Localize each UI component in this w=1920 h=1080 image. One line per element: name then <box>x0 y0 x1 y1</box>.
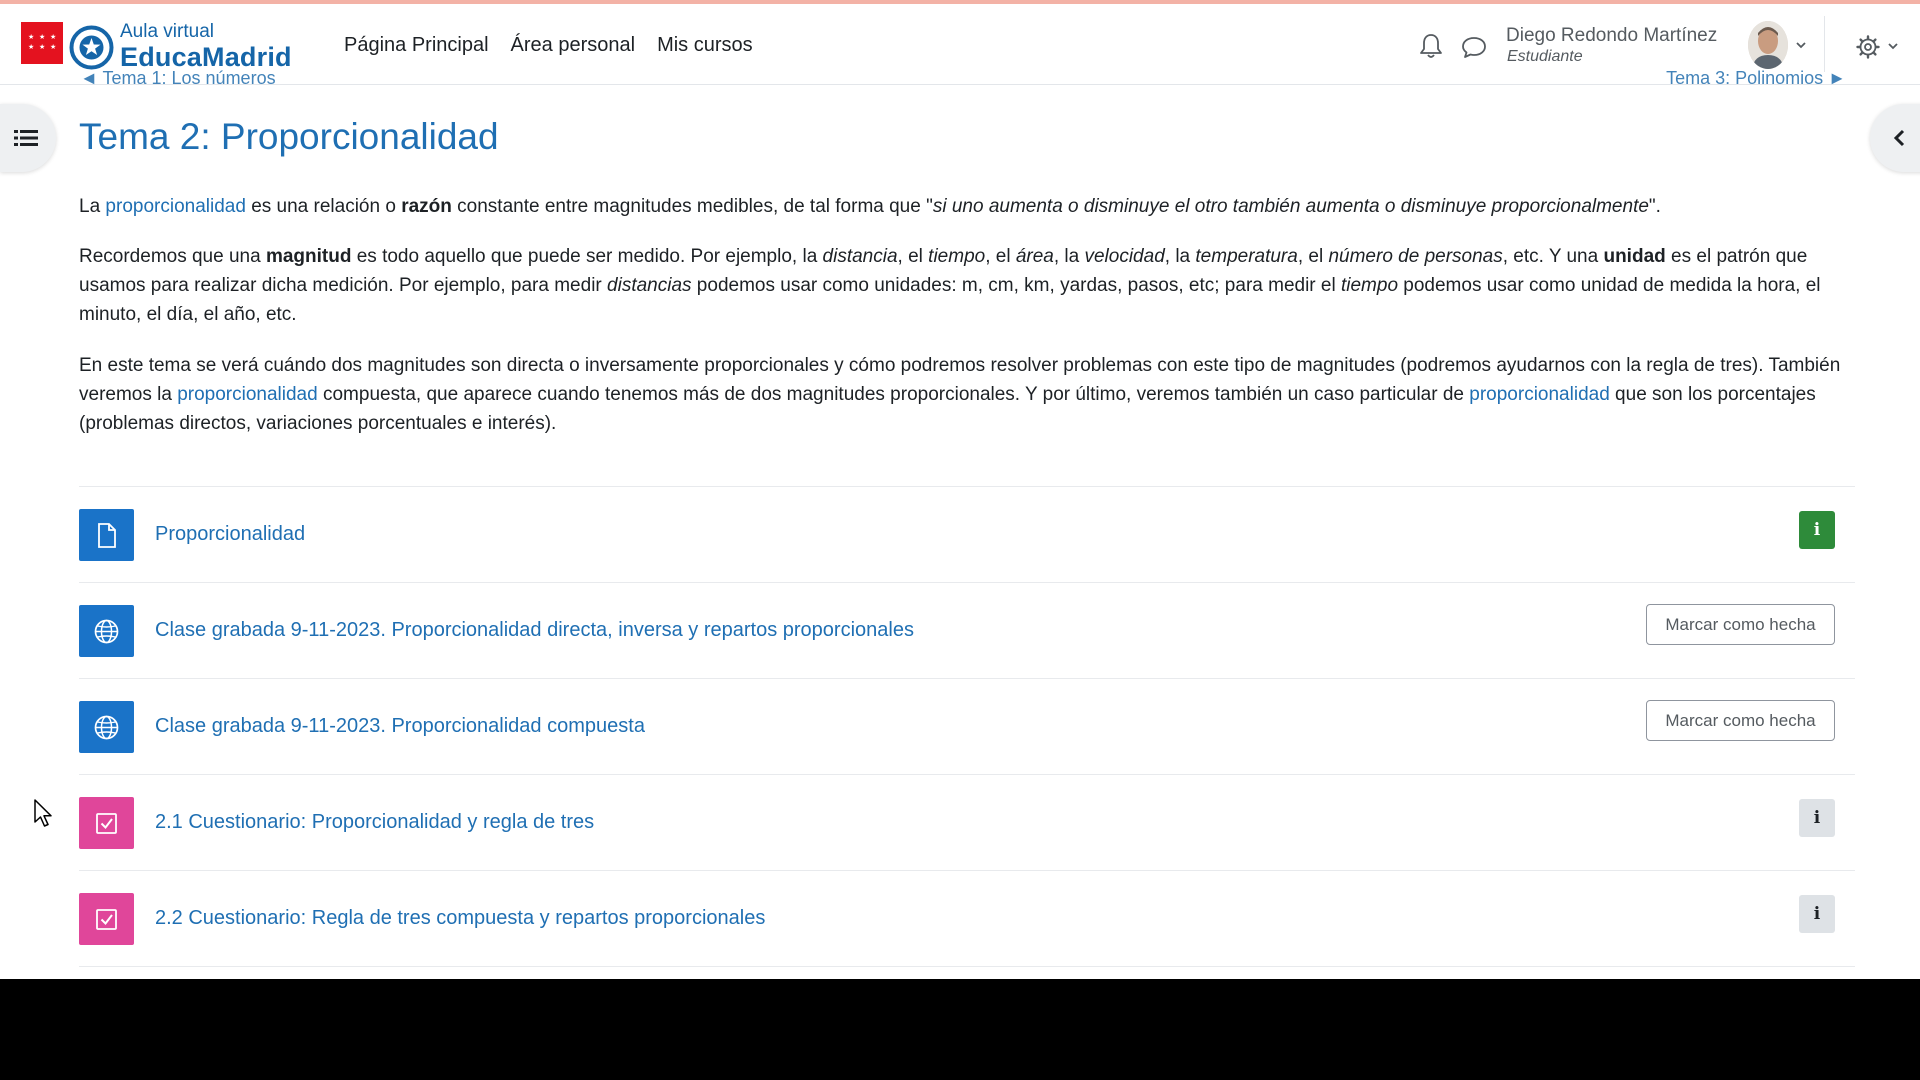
text: , la <box>1053 246 1085 267</box>
chat-icon[interactable] <box>1460 34 1488 60</box>
italic-text: temperatura <box>1195 246 1298 267</box>
info-button[interactable]: i <box>1799 799 1835 837</box>
text: constante entre magnitudes medibles, de … <box>451 196 933 217</box>
globe-icon[interactable] <box>79 605 134 657</box>
activity-list: Proporcionalidad i Clase grabada 9-11-20… <box>79 486 1855 967</box>
mark-as-done-button[interactable]: Marcar como hecha <box>1646 700 1835 741</box>
activity-item: 2.1 Cuestionario: Proporcionalidad y reg… <box>79 775 1855 871</box>
activity-item: Clase grabada 9-11-2023. Proporcionalida… <box>79 679 1855 775</box>
glossary-link-proporcionalidad[interactable]: proporcionalidad <box>105 196 246 217</box>
activity-item: Proporcionalidad i <box>79 487 1855 583</box>
summary-paragraph-2: Recordemos que una magnitud es todo aque… <box>79 242 1845 329</box>
text: , la <box>1164 246 1196 267</box>
mouse-cursor-icon <box>34 799 52 827</box>
italic-text: si uno aumenta o disminuye el otro tambi… <box>932 196 1649 217</box>
chevron-left-icon <box>1893 129 1905 147</box>
text: , el <box>985 246 1016 267</box>
info-button[interactable]: i <box>1799 511 1835 549</box>
glossary-link-proporcionalidad[interactable]: proporcionalidad <box>177 384 318 405</box>
text: , etc. Y una <box>1502 246 1604 267</box>
logo-subtitle: Aula virtual <box>120 21 214 42</box>
page-icon[interactable] <box>79 509 134 561</box>
nav-area-personal[interactable]: Área personal <box>511 34 636 57</box>
list-icon <box>14 130 38 146</box>
avatar[interactable] <box>1748 21 1788 69</box>
quiz-icon[interactable] <box>79 797 134 849</box>
text: podemos usar como unidades: m, cm, km, y… <box>691 275 1341 296</box>
activity-link[interactable]: Clase grabada 9-11-2023. Proporcionalida… <box>155 715 645 738</box>
activity-item: Clase grabada 9-11-2023. Proporcionalida… <box>79 583 1855 679</box>
italic-text: área <box>1015 246 1054 267</box>
course-index-toggle[interactable] <box>0 104 56 172</box>
text: , el <box>897 246 929 267</box>
globe-icon[interactable] <box>79 701 134 753</box>
info-button[interactable]: i <box>1799 895 1835 933</box>
italic-text: número de personas <box>1328 246 1503 267</box>
activity-link[interactable]: 2.1 Cuestionario: Proporcionalidad y reg… <box>155 811 594 834</box>
primary-nav: Página Principal Área personal Mis curso… <box>344 34 753 57</box>
bold-text: magnitud <box>265 246 352 267</box>
settings-chevron-down-icon[interactable] <box>1886 39 1900 53</box>
text: , el <box>1297 246 1329 267</box>
nav-mis-cursos[interactable]: Mis cursos <box>657 34 753 57</box>
educamadrid-logo-icon[interactable] <box>69 25 114 70</box>
header-divider <box>1824 16 1825 72</box>
italic-text: tiempo <box>1340 275 1399 296</box>
text: compuesta, que aparece cuando tenemos má… <box>317 384 1470 405</box>
activity-link[interactable]: Proporcionalidad <box>155 523 305 546</box>
bold-text: razón <box>401 196 452 217</box>
text: La <box>79 196 106 217</box>
user-menu-chevron-down-icon[interactable] <box>1794 38 1808 52</box>
madrid-flag-logo[interactable]: ★ ★ ★ ★ ★ ★ <box>21 22 63 64</box>
summary-paragraph-3: En este tema se verá cuándo dos magnitud… <box>79 351 1845 438</box>
top-navbar: ★ ★ ★ ★ ★ ★ Aula virtual EducaMadrid Página … <box>0 4 1920 85</box>
bold-text: unidad <box>1603 246 1666 267</box>
italic-text: velocidad <box>1084 246 1165 267</box>
user-role: Estudiante <box>1507 48 1583 65</box>
italic-text: distancias <box>607 275 692 296</box>
activity-item: 2.2 Cuestionario: Regla de tres compuest… <box>79 871 1855 967</box>
nav-pagina-principal[interactable]: Página Principal <box>344 34 489 57</box>
user-name[interactable]: Diego Redondo Martínez <box>1506 25 1717 47</box>
text: es todo aquello que puede ser medido. Po… <box>351 246 823 267</box>
quiz-icon[interactable] <box>79 893 134 945</box>
bell-icon[interactable] <box>1418 32 1444 60</box>
text: ". <box>1648 196 1661 217</box>
gear-icon[interactable] <box>1855 34 1881 60</box>
italic-text: tiempo <box>928 246 986 267</box>
page-title: Tema 2: Proporcionalidad <box>79 116 499 157</box>
activity-link[interactable]: 2.2 Cuestionario: Regla de tres compuest… <box>155 907 765 930</box>
summary-paragraph-1: La proporcionalidad es una relación o ra… <box>79 192 1845 221</box>
previous-section-link[interactable]: ◄ Tema 1: Los números <box>80 68 276 89</box>
text: es una relación o <box>245 196 402 217</box>
text: Recordemos que una <box>79 246 266 267</box>
mark-as-done-button[interactable]: Marcar como hecha <box>1646 604 1835 645</box>
activity-link[interactable]: Clase grabada 9-11-2023. Proporcionalida… <box>155 619 914 642</box>
app-window: ★ ★ ★ ★ ★ ★ Aula virtual EducaMadrid Página … <box>0 0 1920 979</box>
block-drawer-toggle[interactable] <box>1870 104 1920 172</box>
glossary-link-proporcionalidad[interactable]: proporcionalidad <box>1469 384 1610 405</box>
next-section-link[interactable]: Tema 3: Polinomios ► <box>1666 68 1846 89</box>
italic-text: distancia <box>822 246 898 267</box>
